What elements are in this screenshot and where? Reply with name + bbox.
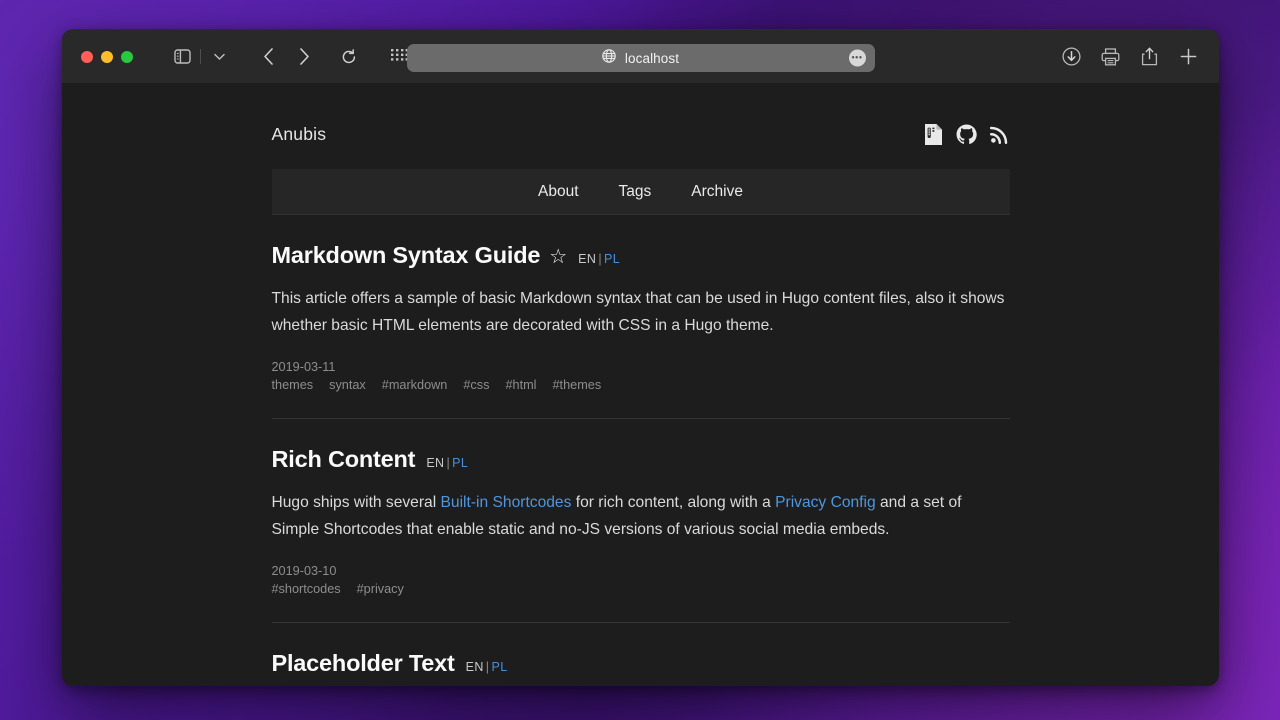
cv-file-icon[interactable] xyxy=(924,123,943,146)
post-tags: themes syntax #markdown #css #html #them… xyxy=(272,378,1010,392)
minimize-window-button[interactable] xyxy=(101,50,113,63)
share-icon[interactable] xyxy=(1134,43,1164,71)
close-window-button[interactable] xyxy=(81,50,93,63)
post-title-link[interactable]: Markdown Syntax Guide xyxy=(272,242,541,269)
post-meta: 2019-03-11 themes syntax #markdown #css … xyxy=(272,360,1010,392)
main-navigation: About Tags Archive xyxy=(271,169,1010,215)
language-current: EN xyxy=(578,252,597,266)
language-alternate-link[interactable]: PL xyxy=(491,660,507,674)
post-item: Placeholder Text EN | PL xyxy=(272,623,1010,677)
globe-icon xyxy=(602,48,616,68)
summary-link-privacy-config[interactable]: Privacy Config xyxy=(775,494,876,511)
post-tag[interactable]: #themes xyxy=(553,378,602,392)
post-title-link[interactable]: Placeholder Text xyxy=(272,650,455,677)
language-divider: | xyxy=(446,455,451,470)
post-title-row: Placeholder Text EN | PL xyxy=(272,650,1010,677)
address-bar-text[interactable]: localhost xyxy=(625,51,679,66)
post-meta: 2019-03-10 #shortcodes #privacy xyxy=(272,564,1010,596)
post-tag[interactable]: #html xyxy=(505,378,536,392)
browser-window: LT PLUS xyxy=(62,29,1219,686)
post-date: 2019-03-11 xyxy=(271,359,336,374)
post-date: 2019-03-10 xyxy=(271,563,337,578)
forward-button[interactable] xyxy=(289,43,319,71)
post-item: Rich Content EN | PL Hugo ships with sever… xyxy=(271,419,1010,623)
post-title-row: Rich Content EN | PL xyxy=(272,446,1010,473)
browser-toolbar: LT PLUS xyxy=(62,30,1219,83)
rss-icon[interactable] xyxy=(989,124,1010,144)
post-tag[interactable]: #markdown xyxy=(382,378,448,392)
site-header: Anubis xyxy=(272,111,1010,157)
language-switcher: EN | PL xyxy=(466,660,508,674)
post-summary: This article offers a sample of basic Ma… xyxy=(272,286,1009,340)
post-summary: Hugo ships with several Built-in Shortco… xyxy=(272,490,1009,544)
language-switcher: EN | PL xyxy=(426,456,468,470)
language-divider: | xyxy=(485,659,490,674)
summary-link-shortcodes[interactable]: Built-in Shortcodes xyxy=(441,494,572,511)
post-category[interactable]: syntax xyxy=(329,378,366,392)
summary-text: This article offers a sample of basic Ma… xyxy=(271,290,1005,334)
page-menu-button[interactable]: ••• xyxy=(848,49,866,67)
site-title[interactable]: Anubis xyxy=(272,124,327,145)
github-icon[interactable] xyxy=(956,123,977,145)
language-switcher: EN | PL xyxy=(578,252,620,266)
post-tag[interactable]: #css xyxy=(463,378,489,392)
downloads-icon[interactable] xyxy=(1056,43,1086,71)
summary-text: for rich content, along with a xyxy=(571,493,776,511)
post-category[interactable]: themes xyxy=(272,378,314,392)
language-current: EN xyxy=(426,455,445,470)
print-icon[interactable] xyxy=(1095,43,1125,71)
new-tab-button[interactable] xyxy=(1173,43,1203,71)
chevron-down-icon[interactable] xyxy=(204,43,234,71)
toolbar-right-actions xyxy=(1056,43,1203,71)
window-traffic-lights xyxy=(81,50,133,63)
language-alternate-link[interactable]: PL xyxy=(452,456,468,470)
site-header-icons xyxy=(924,123,1010,146)
language-divider: | xyxy=(598,252,602,266)
post-tag[interactable]: #privacy xyxy=(357,582,404,596)
language-alternate-link[interactable]: PL xyxy=(604,252,620,266)
post-title-link[interactable]: Rich Content xyxy=(272,446,416,473)
page-content: Anubis About Tags Archive Markdown Synta… xyxy=(271,83,1010,677)
reload-button[interactable] xyxy=(334,43,364,71)
sidebar-toggle-icon[interactable] xyxy=(167,43,197,71)
post-list: Markdown Syntax Guide ☆ EN | PL This artic… xyxy=(271,215,1010,677)
nav-item-about[interactable]: About xyxy=(538,183,579,201)
nav-item-tags[interactable]: Tags xyxy=(619,183,652,201)
post-item: Markdown Syntax Guide ☆ EN | PL This artic… xyxy=(271,215,1010,419)
nav-item-archive[interactable]: Archive xyxy=(691,183,743,201)
toolbar-divider xyxy=(200,49,201,64)
summary-text: Hugo ships with several xyxy=(271,493,441,511)
post-tags: #shortcodes #privacy xyxy=(272,582,1010,596)
language-current: EN xyxy=(465,659,484,674)
star-icon[interactable]: ☆ xyxy=(549,247,567,267)
web-page: Anubis About Tags Archive Markdown Synta… xyxy=(62,83,1219,686)
address-bar[interactable]: localhost ••• xyxy=(406,44,875,72)
back-button[interactable] xyxy=(253,43,283,71)
post-tag[interactable]: #shortcodes xyxy=(272,582,341,596)
post-title-row: Markdown Syntax Guide ☆ EN | PL xyxy=(272,242,1010,269)
maximize-window-button[interactable] xyxy=(121,50,133,63)
